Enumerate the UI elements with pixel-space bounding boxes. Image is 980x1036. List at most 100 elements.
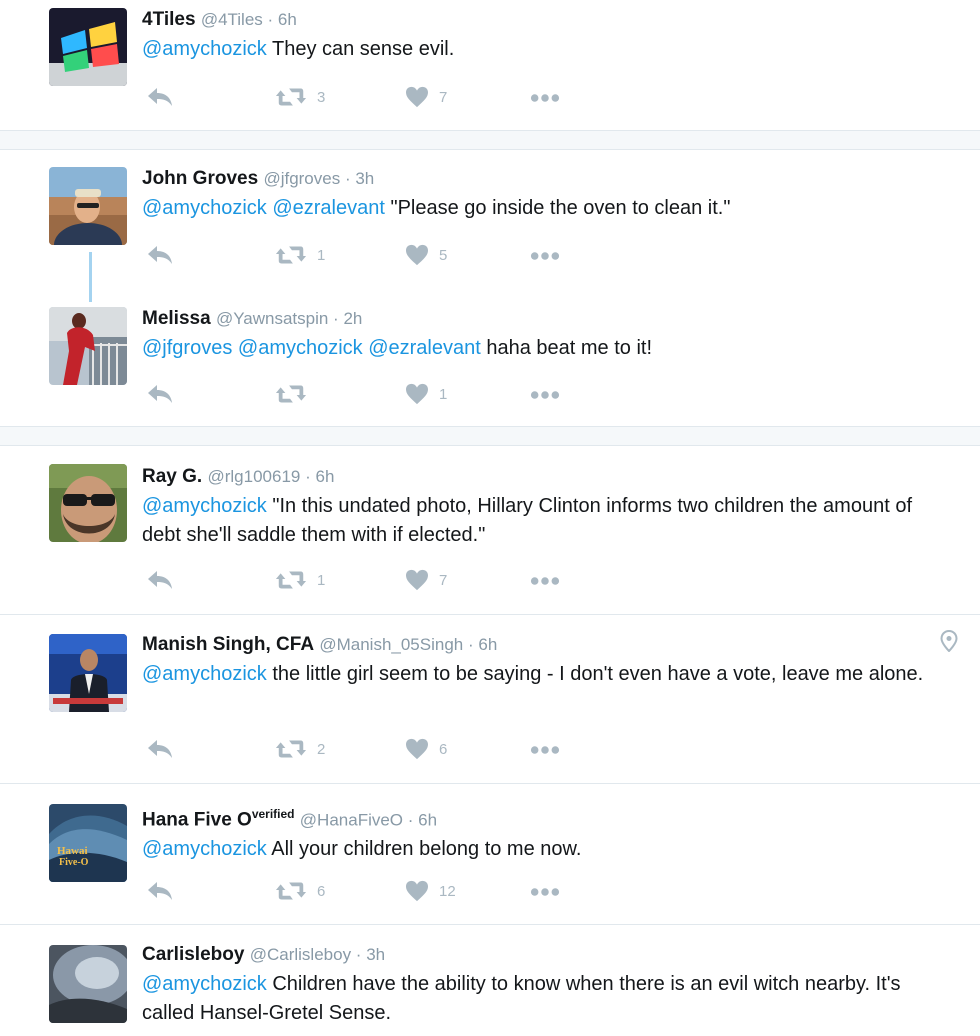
- author-name[interactable]: Ray G.: [142, 466, 202, 487]
- author-name[interactable]: Melissa: [142, 308, 211, 329]
- avatar[interactable]: [49, 945, 127, 1023]
- more-button[interactable]: [530, 251, 560, 261]
- retweet-icon: [275, 244, 307, 266]
- reply-button[interactable]: [147, 86, 173, 108]
- mention-link[interactable]: @amychozick: [142, 38, 267, 60]
- reply-button[interactable]: [147, 738, 173, 760]
- tweet-text: @amychozick the little girl seem to be s…: [142, 663, 924, 685]
- reply-button[interactable]: [147, 244, 173, 266]
- heart-icon: [405, 569, 429, 591]
- author-name[interactable]: Manish Singh, CFA: [142, 634, 314, 655]
- mention-link[interactable]: @amychozick: [142, 838, 267, 860]
- like-button[interactable]: 7: [405, 86, 447, 108]
- mention-link[interactable]: @amychozick: [142, 973, 267, 995]
- more-button[interactable]: [530, 93, 560, 103]
- reply-icon: [147, 244, 173, 266]
- more-icon: [530, 745, 560, 755]
- mention-link[interactable]: @amychozick @ezralevant: [142, 197, 385, 219]
- avatar[interactable]: [49, 464, 127, 542]
- more-icon: [530, 251, 560, 261]
- avatar[interactable]: Hawai Five-O: [49, 804, 127, 882]
- retweet-count: 2: [317, 740, 326, 758]
- retweet-button[interactable]: 1: [275, 569, 325, 591]
- more-button[interactable]: [530, 745, 560, 755]
- reply-button[interactable]: [147, 880, 173, 902]
- retweet-button[interactable]: [275, 383, 317, 405]
- retweet-icon: [275, 738, 307, 760]
- tweet[interactable]: Manish Singh, CFA @Manish_05Singh · 6h @…: [0, 615, 980, 783]
- more-button[interactable]: [530, 887, 560, 897]
- author-name[interactable]: Hana Five O: [142, 809, 252, 830]
- avatar[interactable]: [49, 307, 127, 385]
- location-pin-icon[interactable]: [940, 630, 958, 652]
- reply-icon: [147, 383, 173, 405]
- more-icon: [530, 576, 560, 586]
- more-button[interactable]: [530, 390, 560, 400]
- like-count: 7: [439, 88, 448, 106]
- author-handle[interactable]: @4Tiles: [201, 10, 263, 29]
- like-button[interactable]: 7: [405, 569, 447, 591]
- heart-icon: [405, 244, 429, 266]
- like-count: 1: [439, 385, 448, 403]
- mention-link[interactable]: @amychozick: [142, 663, 267, 685]
- mention-link[interactable]: @amychozick: [142, 495, 267, 517]
- tweet[interactable]: Carlisleboy @Carlisleboy · 3h @amychozic…: [0, 925, 980, 1036]
- author-handle[interactable]: @rlg100619: [207, 467, 300, 486]
- avatar-logo-text: Five-O: [59, 857, 89, 868]
- tweet[interactable]: Hawai Five-O Hana Five Overified @HanaFi…: [0, 784, 980, 924]
- tweet[interactable]: Ray G. @rlg100619 · 6h @amychozick "In t…: [0, 446, 980, 614]
- tweet-text: @jfgroves @amychozick @ezralevant haha b…: [142, 337, 653, 359]
- author-handle[interactable]: @Carlisleboy: [250, 945, 351, 964]
- retweet-button[interactable]: 6: [275, 880, 325, 902]
- author-name[interactable]: John Groves: [142, 168, 258, 189]
- timestamp[interactable]: 6h: [418, 810, 437, 829]
- retweet-button[interactable]: 1: [275, 244, 325, 266]
- author-handle[interactable]: @jfgroves: [263, 169, 340, 188]
- tweet[interactable]: John Groves @jfgroves · 3h @amychozick @…: [0, 150, 980, 290]
- like-button[interactable]: 5: [405, 244, 447, 266]
- like-button[interactable]: 12: [405, 880, 456, 902]
- timestamp[interactable]: 6h: [315, 467, 334, 486]
- tweet-text: @amychozick Children have the ability to…: [142, 973, 901, 1024]
- reply-icon: [147, 569, 173, 591]
- author-name[interactable]: Carlisleboy: [142, 944, 244, 965]
- reply-icon: [147, 880, 173, 902]
- tweet[interactable]: 4Tiles @4Tiles · 6h @amychozick They can…: [0, 0, 980, 130]
- avatar[interactable]: [49, 8, 127, 86]
- author-handle[interactable]: @HanaFiveO: [300, 810, 403, 829]
- avatar-logo-text: Hawai: [57, 845, 88, 857]
- more-button[interactable]: [530, 576, 560, 586]
- avatar[interactable]: [49, 634, 127, 712]
- heart-icon: [405, 383, 429, 405]
- timestamp[interactable]: 6h: [278, 10, 297, 29]
- like-button[interactable]: 1: [405, 383, 447, 405]
- timestamp[interactable]: 6h: [478, 635, 497, 654]
- reply-button[interactable]: [147, 383, 173, 405]
- reply-icon: [147, 86, 173, 108]
- timestamp[interactable]: 3h: [355, 169, 374, 188]
- retweet-button[interactable]: 2: [275, 738, 325, 760]
- retweet-icon: [275, 86, 307, 108]
- timestamp[interactable]: 2h: [343, 309, 362, 328]
- reply-icon: [147, 738, 173, 760]
- tweet-text: @amychozick All your children belong to …: [142, 838, 582, 861]
- like-button[interactable]: 6: [405, 738, 447, 760]
- more-icon: [530, 887, 560, 897]
- author-handle[interactable]: @Manish_05Singh: [319, 635, 463, 654]
- author-name[interactable]: 4Tiles: [142, 9, 196, 30]
- tweet[interactable]: Melissa @Yawnsatspin · 2h @jfgroves @amy…: [0, 290, 980, 426]
- retweet-count: 1: [317, 571, 326, 589]
- mention-link[interactable]: @jfgroves @amychozick @ezralevant: [142, 337, 481, 359]
- reply-button[interactable]: [147, 569, 173, 591]
- timestamp[interactable]: 3h: [366, 945, 385, 964]
- heart-icon: [405, 738, 429, 760]
- author-handle[interactable]: @Yawnsatspin: [216, 309, 328, 328]
- like-count: 7: [439, 571, 448, 589]
- avatar[interactable]: [49, 167, 127, 245]
- heart-icon: [405, 880, 429, 902]
- more-icon: [530, 390, 560, 400]
- retweet-icon: [275, 880, 307, 902]
- like-count: 5: [439, 246, 448, 264]
- retweet-button[interactable]: 3: [275, 86, 325, 108]
- tweet-text: @amychozick "In this undated photo, Hill…: [142, 495, 912, 546]
